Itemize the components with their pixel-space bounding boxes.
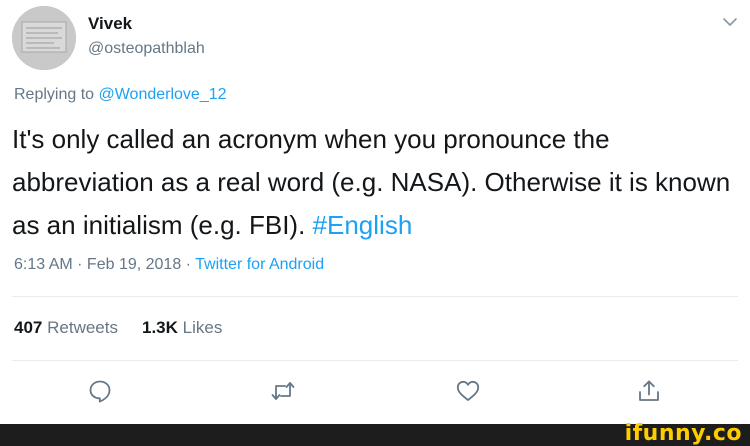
watermark-logo: ifunny.co	[624, 421, 742, 446]
tweet-stats: 407 Retweets 1.3K Likes	[14, 318, 222, 338]
tweet-time[interactable]: 6:13 AM	[14, 256, 73, 273]
heart-icon[interactable]	[455, 378, 481, 404]
retweets-label: Retweets	[47, 318, 118, 337]
replying-to: Replying to @Wonderlove_12	[14, 86, 227, 104]
tweet-text: It's only called an acronym when you pro…	[12, 118, 732, 247]
retweets-stat[interactable]: 407 Retweets	[14, 318, 118, 337]
replying-to-label: Replying to	[14, 86, 99, 103]
divider	[12, 296, 738, 297]
share-icon[interactable]	[636, 378, 662, 404]
likes-stat[interactable]: 1.3K Likes	[142, 318, 222, 337]
reply-mention-link[interactable]: @Wonderlove_12	[99, 86, 227, 103]
avatar-image	[12, 6, 76, 70]
tweet-source-link[interactable]: Twitter for Android	[195, 256, 324, 273]
retweets-count: 407	[14, 318, 43, 337]
reply-icon[interactable]	[87, 378, 113, 404]
tweet-card: Vivek @osteopathblah Replying to @Wonder…	[0, 0, 750, 424]
author-name[interactable]: Vivek	[88, 14, 132, 34]
author-handle[interactable]: @osteopathblah	[88, 40, 205, 58]
divider	[12, 360, 738, 361]
meta-separator: ·	[72, 256, 87, 273]
watermark-bar: ifunny.co	[0, 421, 750, 446]
tweet-meta: 6:13 AM · Feb 19, 2018 · Twitter for And…	[14, 256, 324, 274]
likes-label: Likes	[182, 318, 223, 337]
hashtag-link[interactable]: #English	[313, 210, 413, 240]
likes-count: 1.3K	[141, 318, 178, 337]
tweet-date[interactable]: Feb 19, 2018	[87, 256, 181, 273]
avatar[interactable]	[12, 6, 76, 70]
chevron-down-icon[interactable]	[720, 12, 740, 32]
retweet-icon[interactable]	[270, 378, 296, 404]
meta-separator-2: ·	[181, 256, 196, 273]
